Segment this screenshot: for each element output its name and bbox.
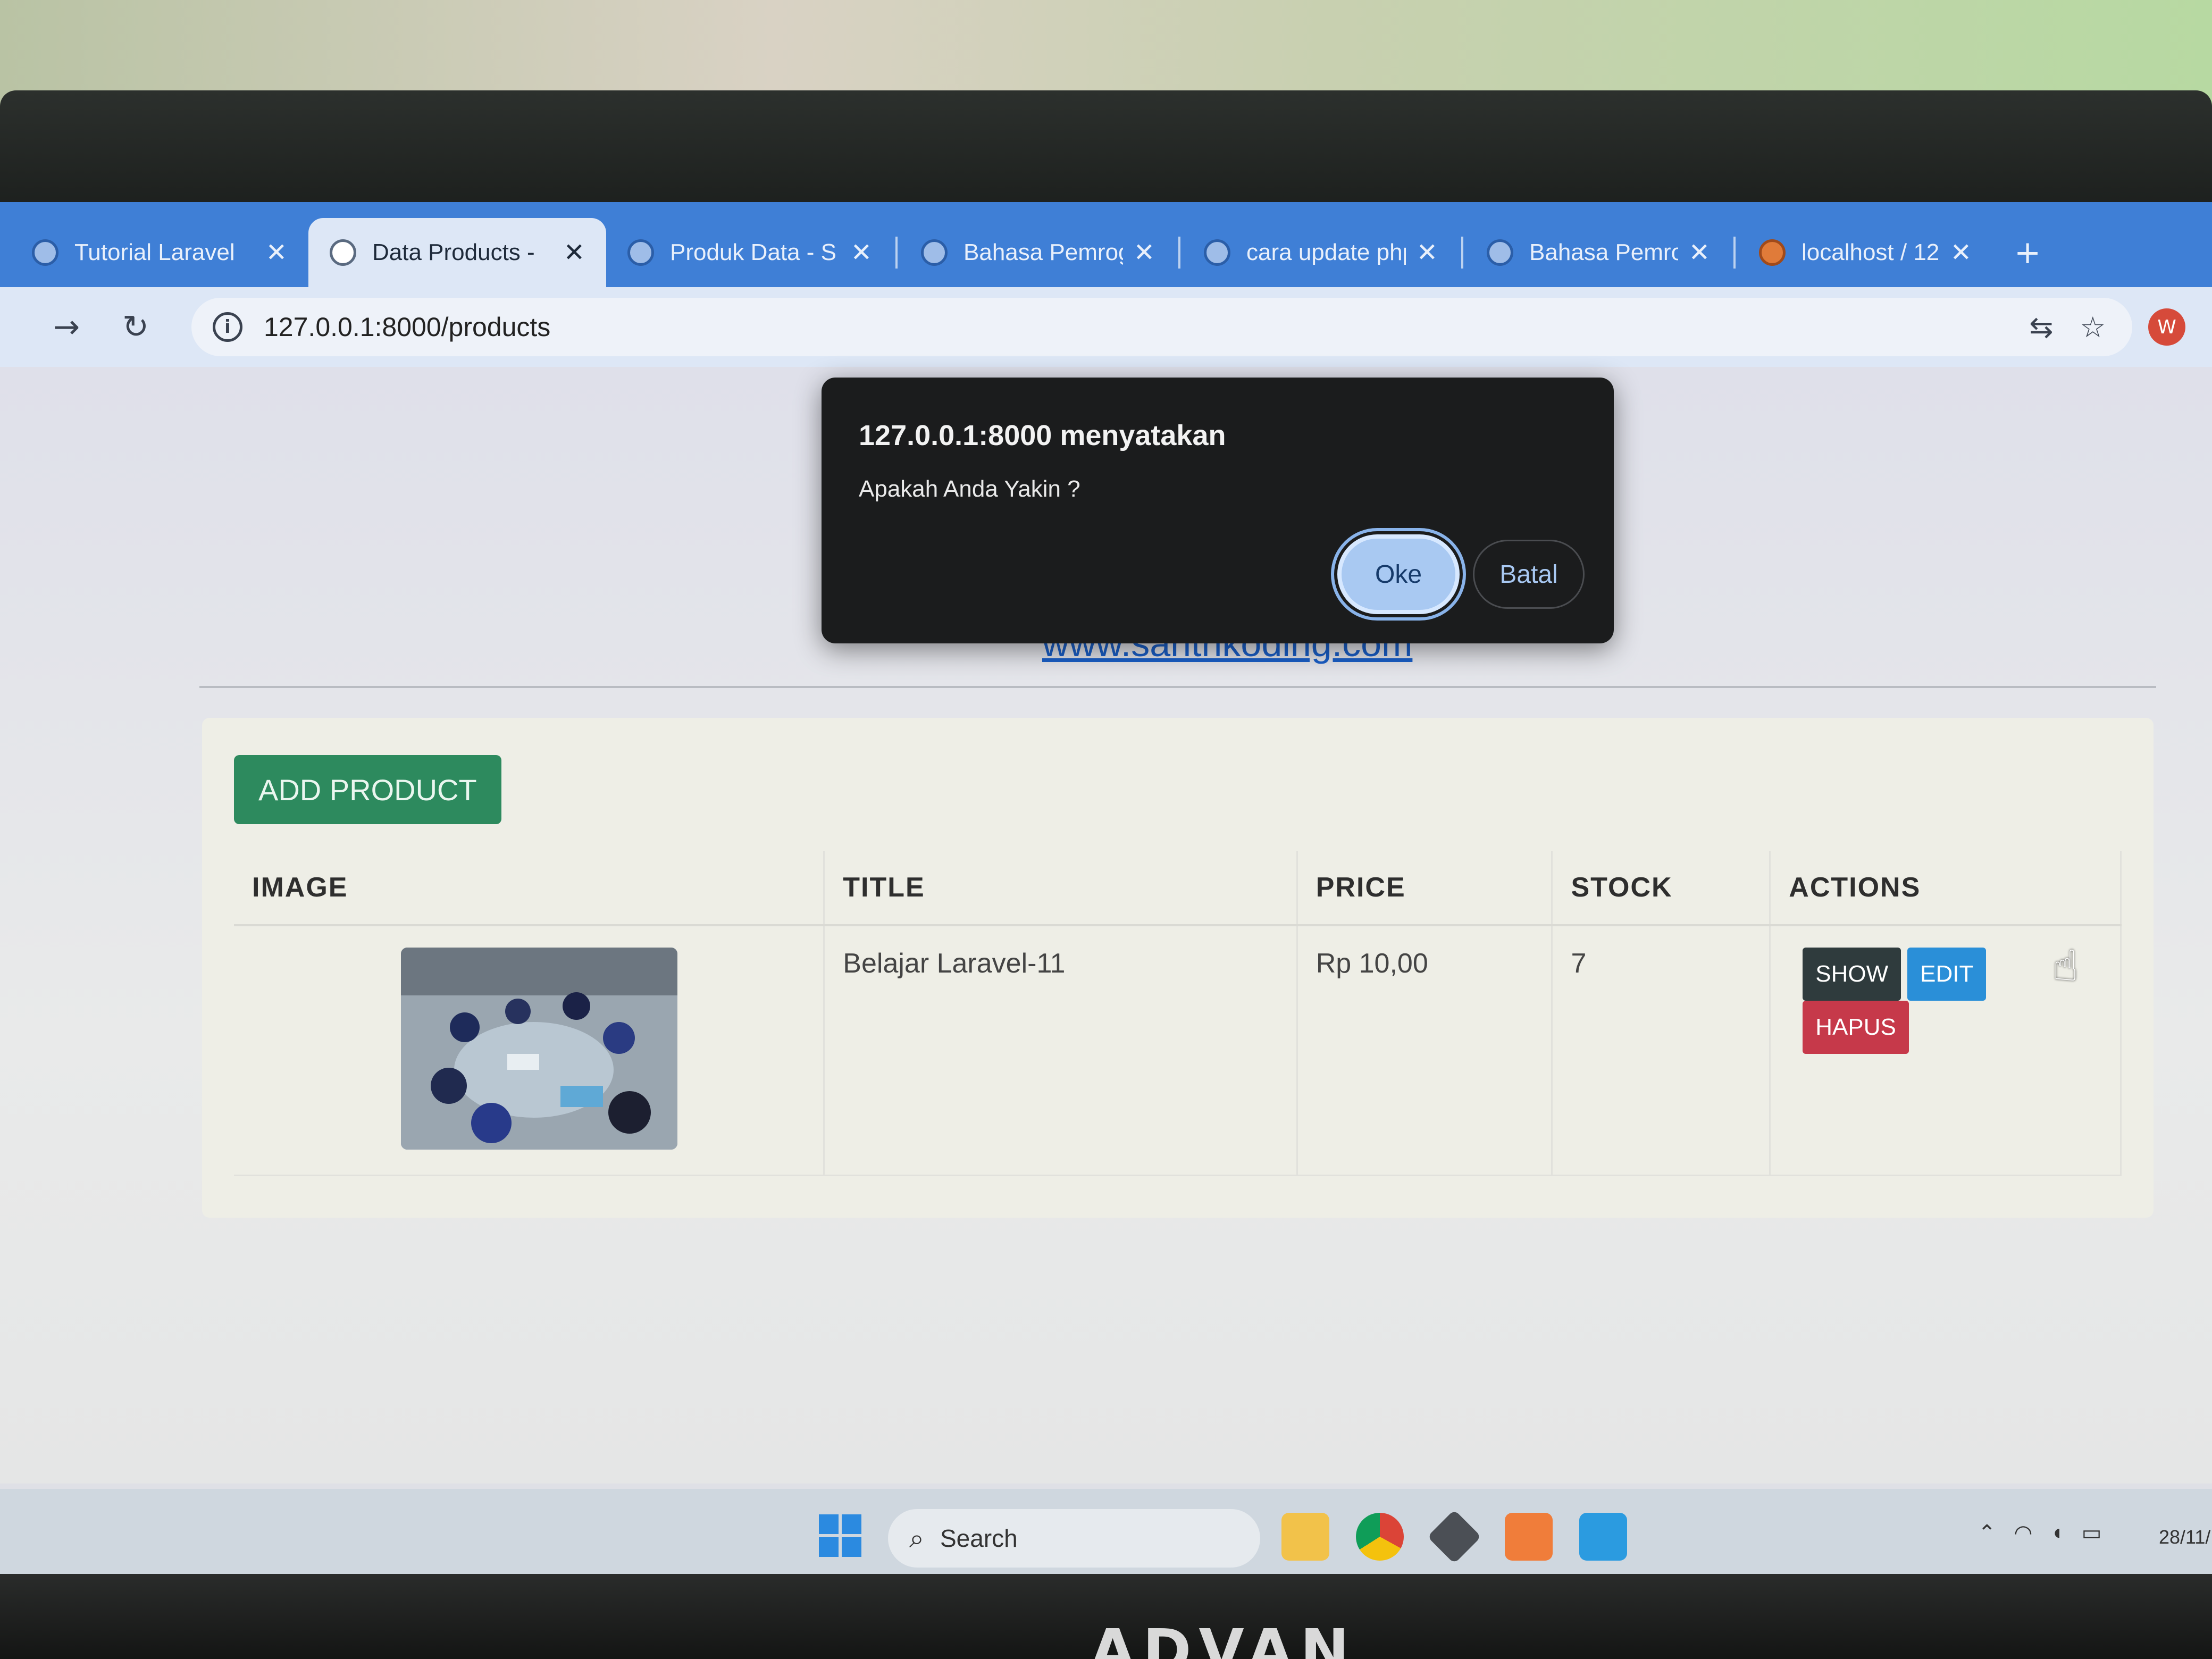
header-title: TITLE	[824, 851, 1298, 926]
new-tab-button[interactable]: +	[1993, 234, 2062, 287]
close-icon[interactable]: ✕	[266, 238, 287, 267]
close-icon[interactable]: ✕	[1134, 238, 1155, 267]
globe-icon	[330, 239, 356, 266]
system-tray: ⌃ ◠ ◖ ▭	[1978, 1521, 2101, 1545]
globe-icon	[1487, 239, 1513, 266]
git-icon[interactable]	[1427, 1510, 1481, 1564]
dialog-message: Apakah Anda Yakin ?	[859, 476, 1080, 502]
tab-separator	[1733, 237, 1736, 269]
tab-tutorial-laravel[interactable]: Tutorial Laravel ✕	[11, 218, 308, 287]
dialog-cancel-button[interactable]: Batal	[1473, 540, 1585, 609]
user-icon	[1204, 239, 1230, 266]
github-icon	[32, 239, 58, 266]
tab-separator	[1178, 237, 1180, 269]
tab-bahasa-pemrograman-2[interactable]: Bahasa Pemrogr ✕	[1465, 218, 1731, 287]
cell-image	[234, 925, 825, 1176]
vscode-icon[interactable]	[1579, 1513, 1627, 1561]
file-explorer-icon[interactable]	[1281, 1513, 1329, 1561]
tab-separator	[895, 237, 898, 269]
add-product-button[interactable]: ADD PRODUCT	[234, 755, 501, 824]
star-icon[interactable]: ☆	[2080, 311, 2106, 344]
tab-title: Produk Data - S	[670, 239, 837, 265]
translate-icon[interactable]: ⇆	[2029, 311, 2053, 344]
cell-price: Rp 10,00	[1297, 925, 1553, 1176]
tab-separator	[1461, 237, 1463, 269]
taskbar-search[interactable]: ⌕ Search	[888, 1509, 1260, 1568]
tab-title: Tutorial Laravel	[74, 239, 235, 265]
close-icon[interactable]: ✕	[1689, 238, 1710, 267]
reload-icon[interactable]: ↻	[101, 308, 170, 346]
products-card: ADD PRODUCT IMAGE TITLE PRICE STOCK ACTI…	[202, 718, 2154, 1218]
xampp-icon[interactable]	[1505, 1513, 1553, 1561]
dialog-ok-button[interactable]: Oke	[1337, 534, 1460, 614]
show-button[interactable]: SHOW	[1803, 948, 1901, 1001]
profile-avatar[interactable]: W	[2148, 308, 2185, 346]
taskbar-search-label: Search	[940, 1524, 1018, 1552]
search-icon: ⌕	[909, 1523, 924, 1553]
table-row: Belajar Laravel-11 Rp 10,00 7 SHOW EDITHA…	[234, 925, 2122, 1176]
windows-start-icon[interactable]	[819, 1514, 861, 1557]
products-table: IMAGE TITLE PRICE STOCK ACTIONS Belajar …	[234, 851, 2122, 1176]
tab-data-products[interactable]: Data Products - ✕	[308, 218, 606, 287]
chevron-up-icon[interactable]: ⌃	[1978, 1521, 1996, 1545]
laptop-brand-logo: ADVAN	[1090, 1616, 1357, 1659]
chrome-icon[interactable]	[1356, 1513, 1404, 1561]
globe-icon	[627, 239, 654, 266]
url-text[interactable]: 127.0.0.1:8000/products	[264, 312, 2029, 342]
tab-title: Bahasa Pemrogr	[1529, 239, 1678, 265]
tab-produk-data[interactable]: Produk Data - S ✕	[606, 218, 893, 287]
close-icon[interactable]: ✕	[1950, 238, 1972, 267]
edit-button[interactable]: EDIT	[1907, 948, 1987, 1001]
site-info-icon[interactable]: i	[213, 312, 242, 342]
delete-button[interactable]: HAPUS	[1803, 1001, 1909, 1054]
tab-title: localhost / 127.0	[1802, 239, 1940, 265]
phpmyadmin-icon	[1759, 239, 1786, 266]
product-photo	[401, 948, 677, 1150]
screen: Tutorial Laravel ✕ Data Products - ✕ Pro…	[0, 202, 2212, 1585]
windows-taskbar: ⌕ Search ⌃ ◠ ◖ ▭ 28/11/	[0, 1489, 2212, 1585]
address-bar[interactable]: i 127.0.0.1:8000/products ⇆ ☆	[191, 298, 2132, 356]
hand-cursor-icon: ☝	[2052, 941, 2079, 991]
table-header-row: IMAGE TITLE PRICE STOCK ACTIONS	[234, 851, 2122, 926]
tab-title: Bahasa Pemrogr	[963, 239, 1123, 265]
close-icon[interactable]: ✕	[851, 238, 872, 267]
close-icon[interactable]: ✕	[564, 238, 585, 267]
divider	[199, 686, 2156, 688]
cell-title: Belajar Laravel-11	[824, 925, 1298, 1176]
wifi-icon[interactable]: ◠	[2014, 1521, 2033, 1545]
browser-toolbar: → ↻ i 127.0.0.1:8000/products ⇆ ☆ W	[0, 287, 2212, 367]
taskbar-date[interactable]: 28/11/	[2159, 1526, 2210, 1548]
product-image	[401, 948, 677, 1150]
cell-stock: 7	[1552, 925, 1771, 1176]
forward-arrow-icon[interactable]: →	[32, 308, 101, 346]
header-actions: ACTIONS	[1770, 851, 2122, 926]
header-stock: STOCK	[1552, 851, 1771, 926]
tab-cara-update-php[interactable]: cara update php ✕	[1183, 218, 1459, 287]
globe-icon	[921, 239, 948, 266]
volume-icon[interactable]: ◖	[2050, 1521, 2063, 1545]
header-price: PRICE	[1297, 851, 1553, 926]
dialog-title: 127.0.0.1:8000 menyatakan	[859, 420, 1226, 451]
header-image: IMAGE	[234, 851, 825, 926]
tab-title: cara update php	[1246, 239, 1406, 265]
tab-title: Data Products -	[372, 239, 535, 265]
tab-localhost-phpmyadmin[interactable]: localhost / 127.0 ✕	[1738, 218, 1993, 287]
browser-tab-strip: Tutorial Laravel ✕ Data Products - ✕ Pro…	[0, 202, 2212, 287]
battery-icon[interactable]: ▭	[2082, 1521, 2102, 1545]
tab-bahasa-pemrograman-1[interactable]: Bahasa Pemrogr ✕	[900, 218, 1176, 287]
close-icon[interactable]: ✕	[1417, 238, 1438, 267]
alert-dialog: 127.0.0.1:8000 menyatakan Apakah Anda Ya…	[822, 378, 1614, 643]
